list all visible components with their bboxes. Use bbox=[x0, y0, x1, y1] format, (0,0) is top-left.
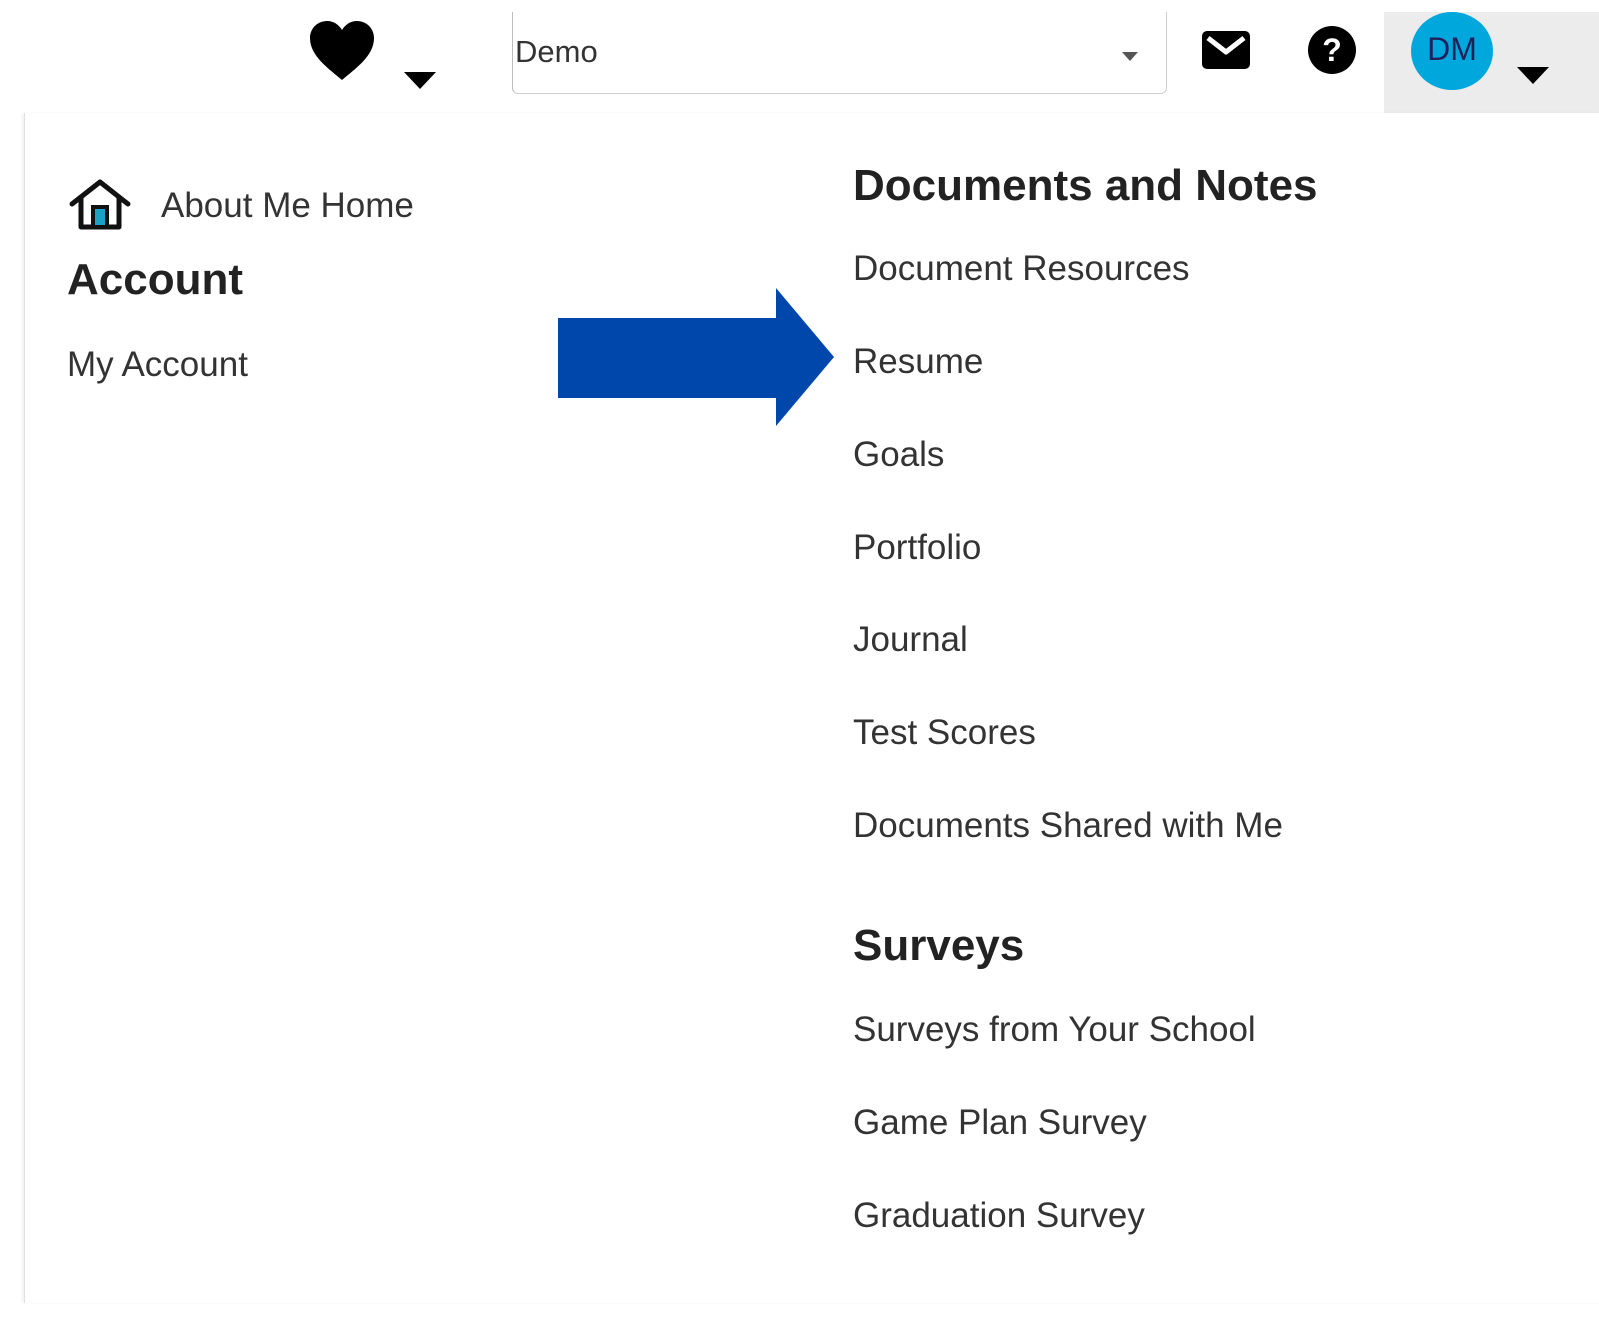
documents-shared-with-me-link[interactable]: Documents Shared with Me bbox=[853, 806, 1283, 846]
portfolio-link[interactable]: Portfolio bbox=[853, 528, 981, 568]
heart-icon bbox=[310, 21, 374, 80]
documents-and-notes-heading: Documents and Notes bbox=[853, 161, 1318, 210]
favorites-button[interactable] bbox=[308, 14, 438, 94]
school-select-value: Demo bbox=[515, 34, 598, 69]
home-icon bbox=[69, 179, 131, 230]
about-me-home-label: About Me Home bbox=[161, 186, 414, 225]
chevron-down-icon bbox=[1517, 67, 1549, 84]
goals-link[interactable]: Goals bbox=[853, 435, 944, 475]
help-icon[interactable]: ? bbox=[1308, 26, 1356, 74]
my-account-link[interactable]: My Account bbox=[67, 345, 248, 385]
graduation-survey-link[interactable]: Graduation Survey bbox=[853, 1196, 1145, 1236]
resume-link[interactable]: Resume bbox=[853, 342, 983, 382]
avatar: DM bbox=[1411, 12, 1493, 90]
user-dropdown-menu: About Me Home Account My Account Documen… bbox=[24, 113, 1599, 1303]
document-resources-link[interactable]: Document Resources bbox=[853, 249, 1190, 289]
school-select[interactable]: Demo bbox=[512, 12, 1167, 94]
select-caret-icon bbox=[1122, 52, 1138, 61]
game-plan-survey-link[interactable]: Game Plan Survey bbox=[853, 1103, 1147, 1143]
user-menu-button[interactable]: DM bbox=[1384, 12, 1599, 113]
account-heading: Account bbox=[67, 255, 243, 304]
surveys-from-your-school-link[interactable]: Surveys from Your School bbox=[853, 1010, 1256, 1050]
journal-link[interactable]: Journal bbox=[853, 620, 968, 660]
callout-arrow bbox=[558, 288, 834, 426]
about-me-home-link[interactable]: About Me Home bbox=[69, 178, 469, 234]
test-scores-link[interactable]: Test Scores bbox=[853, 713, 1036, 753]
page: Demo ? DM About Me Home Account My Accou… bbox=[0, 0, 1599, 1321]
chevron-down-icon bbox=[404, 72, 436, 89]
svg-text:?: ? bbox=[1322, 32, 1342, 68]
mail-icon[interactable] bbox=[1202, 31, 1250, 69]
surveys-heading: Surveys bbox=[853, 921, 1025, 970]
